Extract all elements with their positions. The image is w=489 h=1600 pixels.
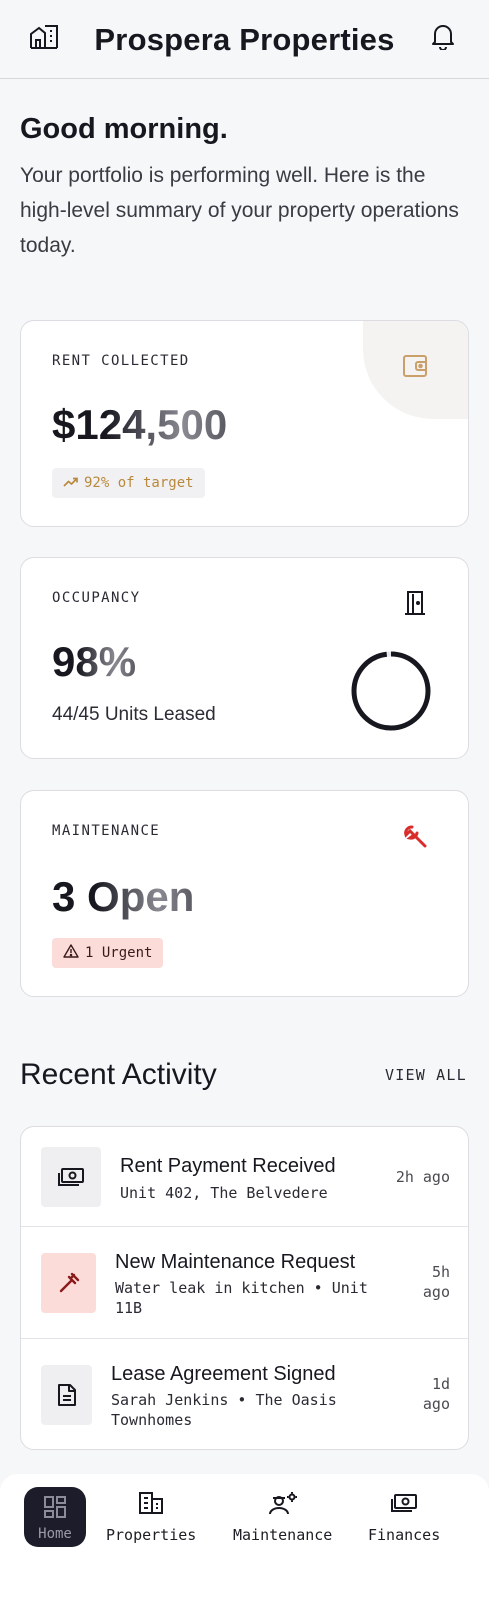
building-icon xyxy=(138,1488,164,1518)
activity-subtitle: Water leak in kitchen • Unit 11B xyxy=(115,1279,368,1317)
nav-label: Finances xyxy=(368,1526,441,1544)
recent-activity-title: Recent Activity xyxy=(20,1058,217,1091)
rent-label: RENT COLLECTED xyxy=(52,353,190,369)
cash-icon xyxy=(390,1488,418,1518)
plumbing-icon xyxy=(41,1253,96,1313)
activity-title: New Maintenance Request xyxy=(115,1251,356,1273)
activity-time: 5h ago xyxy=(422,1263,450,1301)
activity-subtitle: Sarah Jenkins • The Oasis Townhomes xyxy=(111,1391,337,1429)
greeting-title: Good morning. xyxy=(20,113,228,145)
nav-item-finances[interactable]: Finances xyxy=(368,1488,440,1548)
target-badge: 92% of target xyxy=(52,468,205,498)
cash-icon xyxy=(41,1147,101,1207)
activity-item-rent-payment[interactable]: Rent Payment Received Unit 402, The Belv… xyxy=(21,1127,468,1227)
activity-subtitle: Unit 402, The Belvedere xyxy=(120,1184,328,1202)
maintenance-card[interactable]: MAINTENANCE 3 Open 1 Urgent xyxy=(20,790,469,997)
nav-label: Home xyxy=(38,1526,72,1542)
trending-up-icon xyxy=(63,475,78,491)
activity-time: 1d ago xyxy=(422,1375,450,1413)
maintenance-label: MAINTENANCE xyxy=(52,823,161,839)
bell-icon[interactable] xyxy=(427,20,459,52)
nav-item-maintenance[interactable]: Maintenance xyxy=(233,1488,332,1548)
occupancy-value: 98% xyxy=(52,638,137,685)
activity-time: 2h ago xyxy=(395,1168,450,1186)
app-header: Prospera Properties xyxy=(0,0,489,79)
urgent-badge-text: 1 Urgent xyxy=(85,945,153,961)
app-title: Prospera Properties xyxy=(94,22,395,57)
occupancy-card[interactable]: OCCUPANCY 98% 44/45 Units Leased xyxy=(20,557,469,759)
activity-title: Rent Payment Received xyxy=(120,1155,336,1177)
activity-item-maintenance-request[interactable]: New Maintenance Request Water leak in ki… xyxy=(21,1226,468,1338)
warning-icon xyxy=(63,944,79,962)
dashboard-icon xyxy=(43,1492,67,1522)
occupancy-ring-progress xyxy=(351,651,431,731)
door-icon xyxy=(402,590,428,621)
engineer-icon xyxy=(268,1488,298,1518)
rent-value: $124,500 xyxy=(52,401,228,448)
maintenance-value: 3 Open xyxy=(52,873,195,920)
wallet-icon xyxy=(402,354,428,383)
nav-item-home[interactable]: Home xyxy=(24,1487,86,1547)
bottom-nav: Home Properties Maintenance Finances xyxy=(0,1474,489,1600)
urgent-badge: 1 Urgent xyxy=(52,938,164,968)
rent-collected-card[interactable]: RENT COLLECTED $124,500 92% of target xyxy=(20,320,469,527)
units-leased: 44/45 Units Leased xyxy=(52,704,216,725)
wrench-icon xyxy=(402,823,428,854)
greeting-body: Your portfolio is performing well. Here … xyxy=(20,164,459,257)
nav-item-properties[interactable]: Properties xyxy=(106,1488,196,1548)
activity-list: Rent Payment Received Unit 402, The Belv… xyxy=(20,1126,469,1450)
target-badge-text: 92% of target xyxy=(84,475,194,491)
view-all-link[interactable]: VIEW ALL xyxy=(385,1066,467,1084)
activity-title: Lease Agreement Signed xyxy=(111,1363,336,1385)
occupancy-label: OCCUPANCY xyxy=(52,590,141,606)
document-icon xyxy=(41,1365,92,1425)
activity-item-lease-signed[interactable]: Lease Agreement Signed Sarah Jenkins • T… xyxy=(21,1338,468,1449)
nav-label: Properties xyxy=(106,1526,197,1544)
nav-label: Maintenance xyxy=(233,1526,333,1544)
occupancy-ring xyxy=(351,651,431,731)
